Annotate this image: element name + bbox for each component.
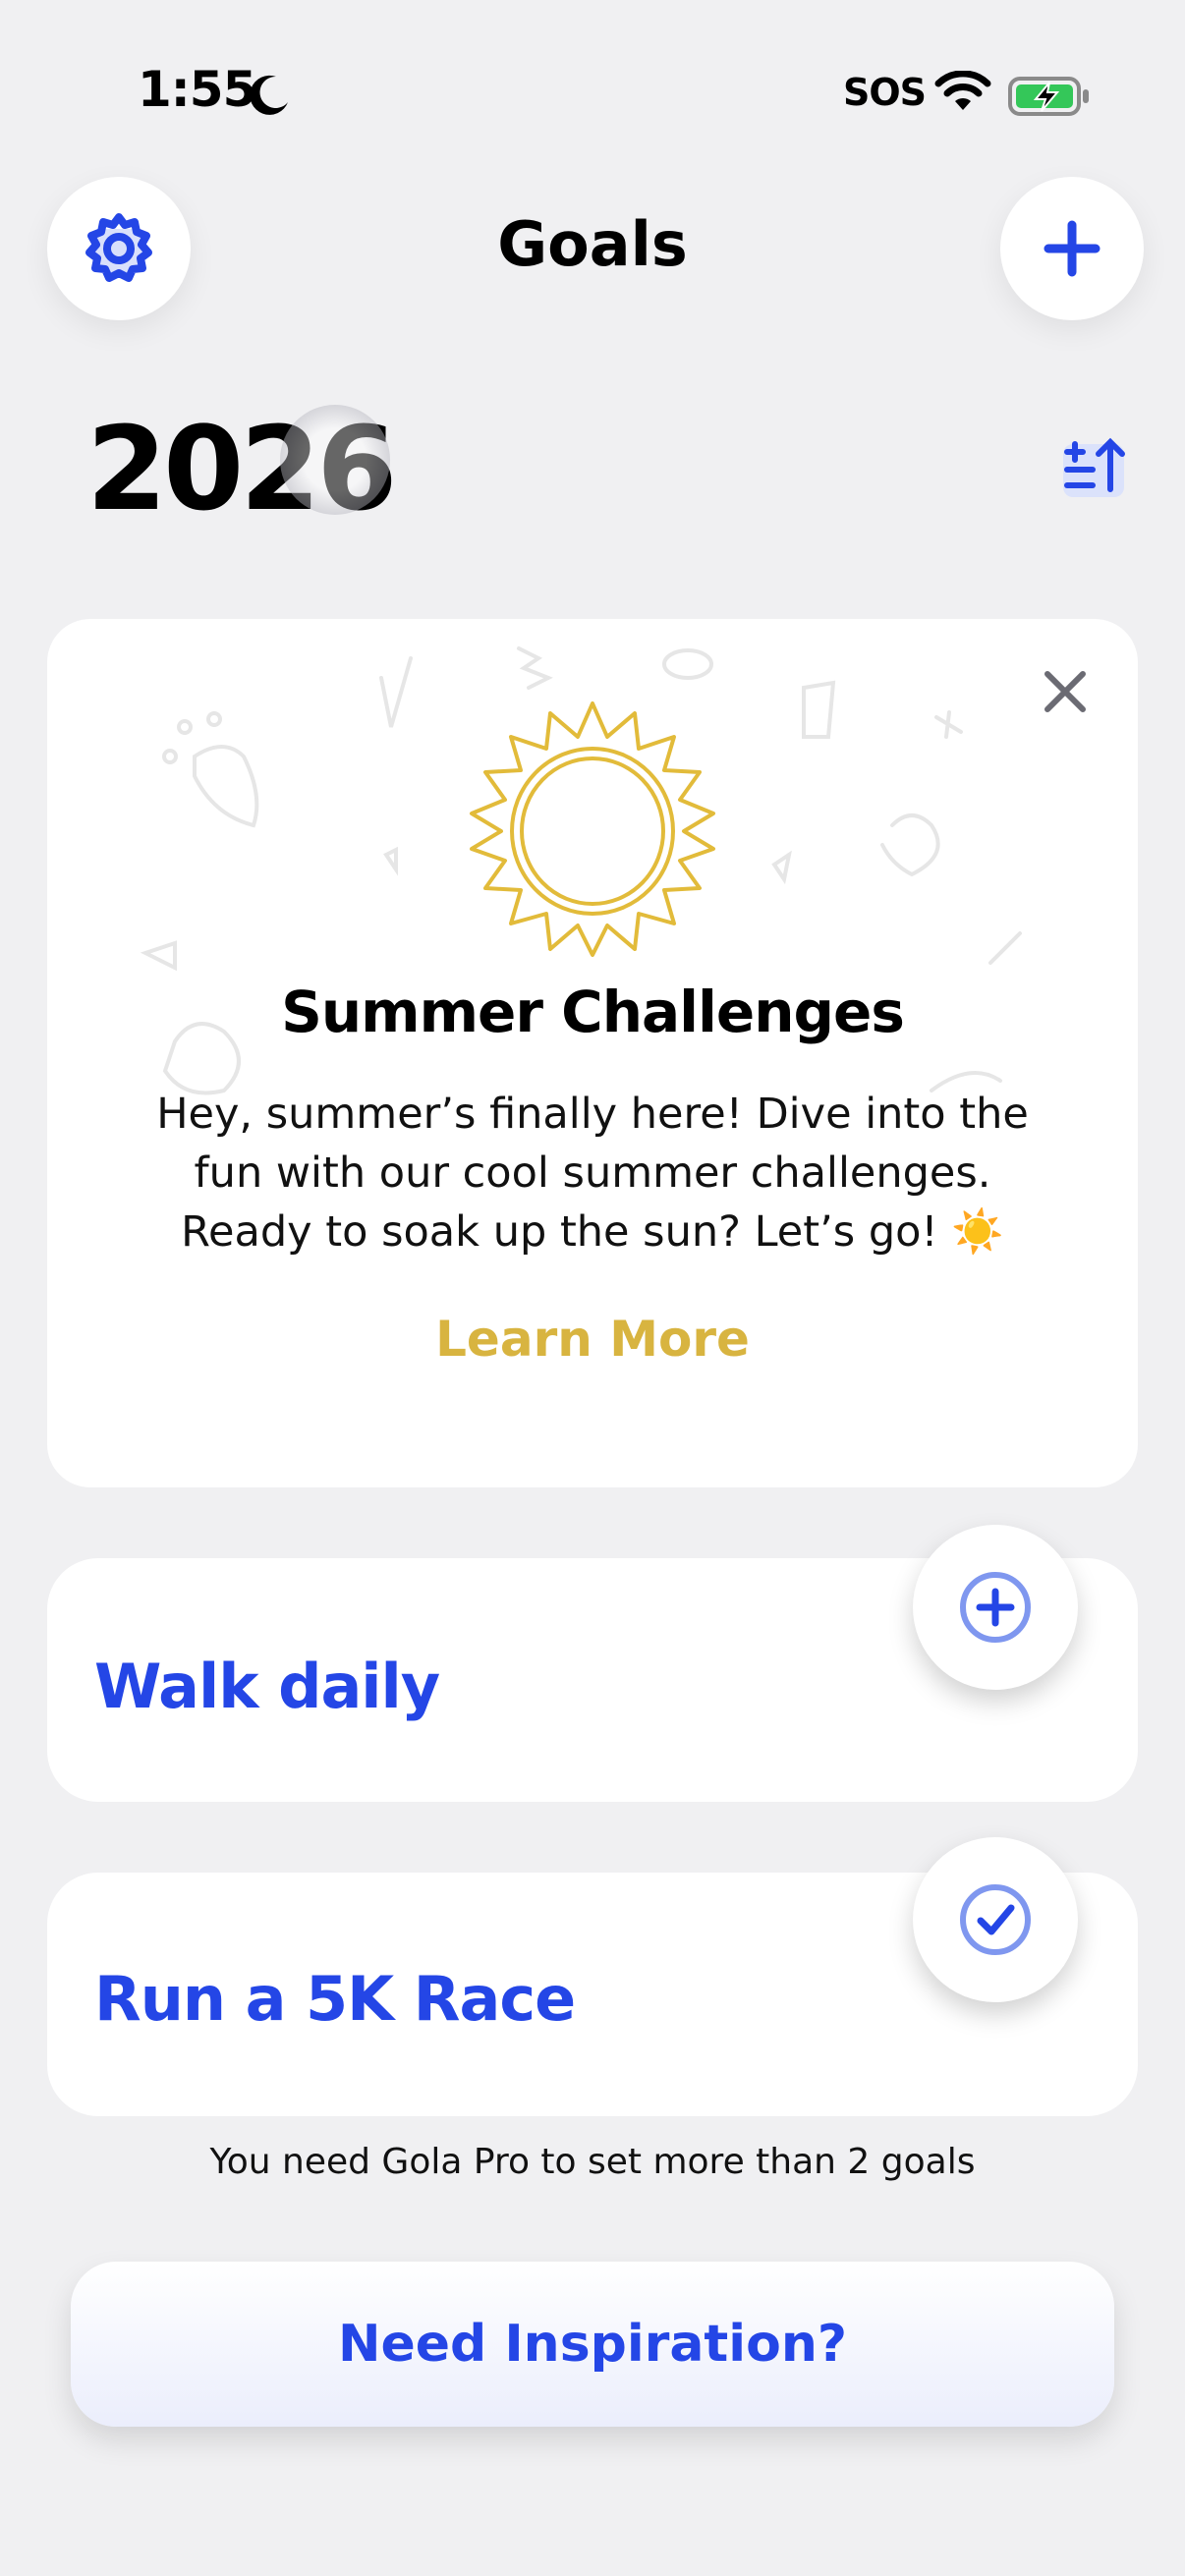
wifi-icon — [934, 71, 991, 110]
add-progress-button[interactable] — [913, 1525, 1078, 1690]
goal-title[interactable]: Run a 5K Race — [94, 1963, 576, 2035]
plus-circle-icon — [960, 1572, 1031, 1643]
battery-charging-icon — [1008, 77, 1089, 116]
complete-goal-button[interactable] — [913, 1837, 1078, 2002]
need-inspiration-button[interactable]: Need Inspiration? — [71, 2262, 1114, 2427]
add-goal-button[interactable] — [1000, 177, 1144, 320]
promo-title: Summer Challenges — [281, 979, 905, 1045]
touch-indicator — [280, 405, 390, 515]
learn-more-link[interactable]: Learn More — [0, 1311, 1185, 1368]
sun-icon — [470, 701, 715, 957]
plus-icon — [1044, 220, 1100, 277]
carrier-label: SOS — [843, 71, 927, 114]
status-time: 1:55 — [138, 61, 256, 118]
moon-icon — [250, 75, 288, 115]
pro-limit-note: You need Gola Pro to set more than 2 goa… — [209, 2142, 976, 2182]
promo-body: Hey, summer’s finally here! Dive into th… — [156, 1090, 1029, 1257]
close-icon[interactable] — [1034, 660, 1097, 723]
check-circle-icon — [960, 1884, 1031, 1955]
sort-ascending-icon[interactable] — [1059, 432, 1128, 501]
goal-title[interactable]: Walk daily — [94, 1651, 440, 1722]
